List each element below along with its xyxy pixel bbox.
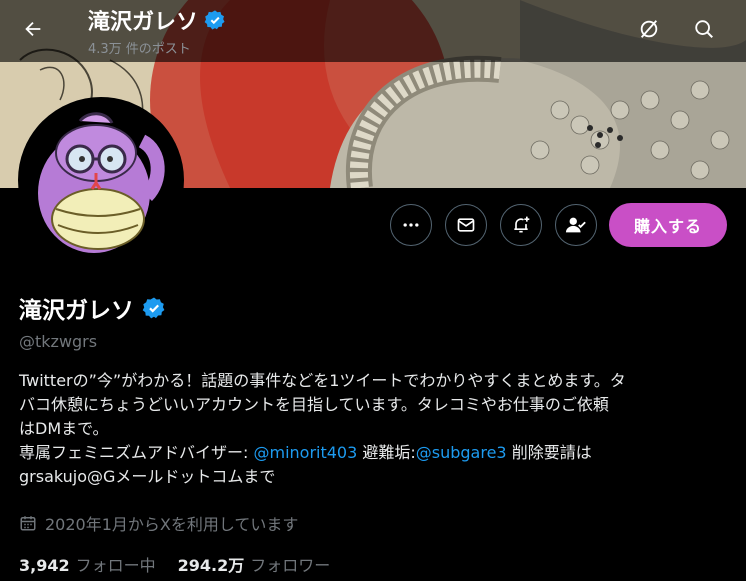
post-count: 4.3万 件のポスト [88,42,191,57]
notifications-button[interactable] [500,204,542,246]
bio-text: 削除要請は [506,443,592,462]
grok-icon [640,20,658,38]
display-name-text: 滝沢ガレソ [19,298,134,324]
back-arrow-icon [25,21,41,37]
bio-mention-link[interactable]: @minorit403 [253,443,357,462]
bio-line: はDMまで。 [19,419,109,438]
verified-badge-icon [204,10,225,30]
verified-badge-icon[interactable] [142,296,166,320]
top-navigation-bar: 滝沢ガレソ 4.3万 件のポスト [0,0,746,62]
avatar[interactable] [18,97,184,263]
bio-text: 避難垢: [357,443,416,462]
profile-handle: @tkzwgrs [19,332,98,351]
follow-stats: 3,942 フォロー中 294.2万 フォロワー [19,552,330,576]
following-button[interactable] [555,204,597,246]
header-title-block: 滝沢ガレソ 4.3万 件のポスト [88,4,226,57]
following-link[interactable]: 3,942 フォロー中 [19,552,156,576]
header-title-text: 滝沢ガレソ [88,10,199,35]
bio-line: 専属フェミニズムアドバイザー: @minorit403 避難垢:@subgare… [19,441,729,465]
joined-text: 2020年1月からXを利用しています [45,515,299,534]
bio-text: 専属フェミニズムアドバイザー: [19,443,254,462]
more-options-button[interactable] [390,204,432,246]
purchase-button[interactable]: 購入する [609,203,727,247]
profile-display-name: 滝沢ガレソ [19,291,166,325]
calendar-icon [20,516,36,531]
following-count: 3,942 [19,556,70,575]
bio-mention-link[interactable]: @subgare3 [416,443,507,462]
joined-date: 2020年1月からXを利用しています [19,511,298,535]
header-title: 滝沢ガレソ [88,4,226,36]
following-label: フォロー中 [75,556,156,575]
bio-line: grsakujo@Gメールドットコムまで [19,467,276,486]
bio-line: Twitterの”今”がわかる！話題の事件などを1ツイートでわかりやすくまとめま… [19,371,626,390]
search-button[interactable] [685,10,723,48]
mail-icon [457,218,475,232]
message-button[interactable] [445,204,487,246]
follow-check-icon [565,217,586,233]
profile-bio: Twitterの”今”がわかる！話題の事件などを1ツイートでわかりやすくまとめま… [19,369,729,489]
notify-add-icon [514,216,530,233]
more-icon [403,223,419,227]
followers-link[interactable]: 294.2万 フォロワー [178,552,331,576]
grok-button[interactable] [630,10,668,48]
followers-count: 294.2万 [177,556,245,575]
back-button[interactable] [14,10,52,48]
search-icon [695,20,713,38]
followers-label: フォロワー [250,556,331,575]
bio-line: バコ休憩にちょうどいいアカウントを目指しています。タレコミやお仕事のご依頼 [19,395,609,414]
